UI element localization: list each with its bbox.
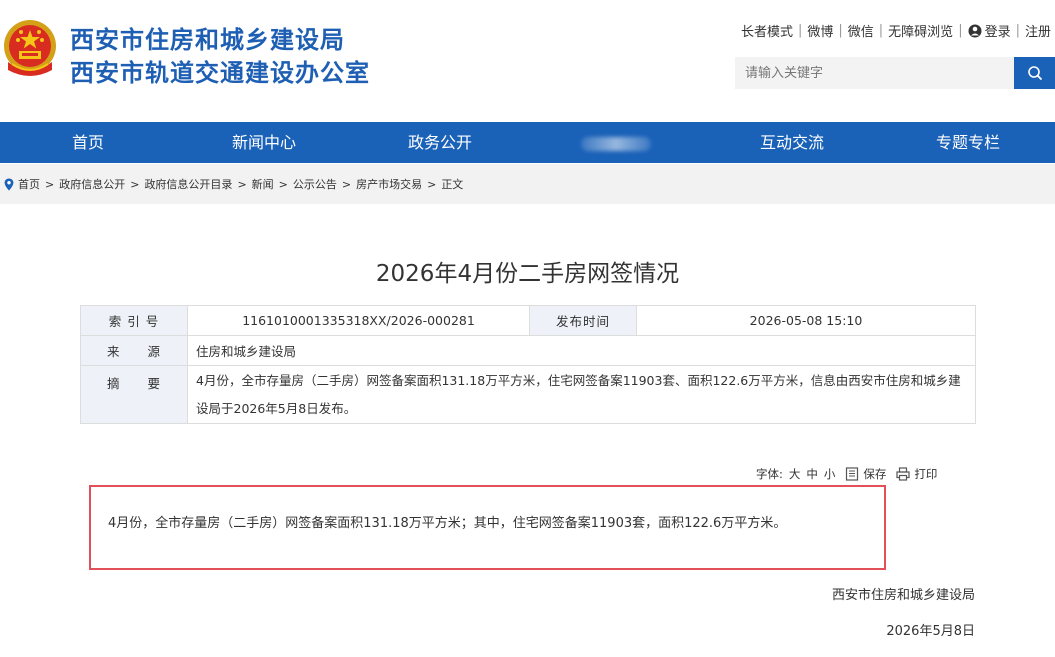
index-value: 1161010001335318XX/2026-000281 (187, 305, 530, 336)
nav-home[interactable]: 首页 (0, 122, 176, 163)
elder-mode-link[interactable]: 长者模式 (741, 21, 793, 40)
top-utility-links: 长者模式 | 微博 | 微信 | 无障碍浏览 | 登录 | 注册 (741, 21, 1051, 40)
save-button[interactable]: 保存 (863, 466, 886, 482)
org-name-housing-bureau[interactable]: 西安市住房和城乡建设局 (70, 20, 345, 55)
nav-special-topics[interactable]: 专题专栏 (880, 122, 1055, 163)
date-value: 2026-05-08 15:10 (636, 305, 976, 336)
article-body: 4月份，全市存量房（二手房）网签备案面积131.18万平方米；其中，住宅网签备案… (108, 516, 787, 531)
wechat-link[interactable]: 微信 (848, 21, 874, 40)
divider: | (958, 23, 963, 38)
national-emblem-icon (4, 20, 56, 76)
nav-item-obscured[interactable] (528, 122, 704, 163)
breadcrumb-separator: > (427, 177, 437, 191)
print-icon[interactable] (896, 467, 910, 481)
org-name-metro-office[interactable]: 西安市轨道交通建设办公室 (70, 53, 370, 88)
save-icon[interactable] (845, 467, 859, 481)
search-icon (1027, 66, 1042, 81)
breadcrumb-announcements[interactable]: 公示公告 (293, 176, 337, 192)
divider: | (878, 23, 884, 38)
article-toolbar: 字体: 大 中 小 保存 打印 (756, 466, 937, 482)
article-meta-table: 索 引 号 1161010001335318XX/2026-000281 发布时… (80, 305, 976, 424)
nav-interaction[interactable]: 互动交流 (704, 122, 880, 163)
nav-news-center[interactable]: 新闻中心 (176, 122, 352, 163)
breadcrumb-separator: > (341, 177, 352, 191)
breadcrumb-bar: 首页 > 政府信息公开 > 政府信息公开目录 > 新闻 > 公示公告 > 房产市场交易 > … (0, 164, 1055, 204)
location-pin-icon (4, 178, 14, 190)
register-link[interactable]: 注册 (1025, 21, 1051, 40)
font-small-button[interactable]: 小 (824, 466, 836, 482)
breadcrumb-separator: > (237, 177, 247, 191)
accessibility-link[interactable]: 无障碍浏览 (888, 21, 953, 40)
obscured-label (581, 136, 651, 151)
breadcrumb-home[interactable]: 首页 (18, 176, 40, 192)
breadcrumb-current: 正文 (441, 178, 464, 191)
date-label: 发布时间 (529, 305, 637, 336)
breadcrumb-separator: > (130, 177, 140, 191)
breadcrumb: 首页 > 政府信息公开 > 政府信息公开目录 > 新闻 > 公示公告 > 房产市场交易 > … (4, 164, 463, 204)
font-large-button[interactable]: 大 (789, 466, 801, 482)
search-input[interactable] (735, 57, 1014, 89)
meta-row: 摘 要 4月份，全市存量房（二手房）网签备案面积131.18万平方米，住宅网签备… (80, 365, 976, 424)
site-header: 西安市住房和城乡建设局 西安市轨道交通建设办公室 长者模式 | 微博 | 微信 … (0, 0, 1055, 122)
source-value: 住房和城乡建设局 (187, 335, 976, 366)
article-signature: 西安市住房和城乡建设局 (831, 588, 975, 603)
login-link[interactable]: 登录 (985, 21, 1011, 40)
divider: | (1015, 23, 1020, 38)
search-bar (735, 57, 1055, 89)
print-button[interactable]: 打印 (914, 466, 937, 482)
meta-row: 索 引 号 1161010001335318XX/2026-000281 发布时… (80, 305, 976, 336)
search-button[interactable] (1014, 57, 1055, 89)
breadcrumb-gov-info-catalog[interactable]: 政府信息公开目录 (144, 176, 232, 192)
summary-label: 摘 要 (80, 365, 188, 424)
article-sign-date: 2026年5月8日 (886, 624, 975, 639)
breadcrumb-separator: > (45, 177, 55, 191)
summary-value: 4月份，全市存量房（二手房）网签备案面积131.18万平方米，住宅网签备案119… (187, 365, 976, 424)
divider: | (797, 23, 803, 38)
nav-government-affairs[interactable]: 政务公开 (352, 122, 528, 163)
font-size-label: 字体: (756, 467, 783, 481)
main-nav: 首页 新闻中心 政务公开 互动交流 专题专栏 (0, 122, 1055, 163)
divider: | (838, 23, 843, 38)
breadcrumb-separator: > (278, 177, 288, 191)
user-icon (968, 24, 982, 37)
breadcrumb-housing-market[interactable]: 房产市场交易 (356, 176, 422, 192)
index-label: 索 引 号 (80, 305, 188, 336)
weibo-link[interactable]: 微博 (807, 21, 833, 40)
font-medium-button[interactable]: 中 (806, 466, 818, 482)
source-label: 来 源 (80, 335, 188, 366)
breadcrumb-gov-info[interactable]: 政府信息公开 (59, 176, 125, 192)
page-title: 2026年4月份二手房网签情况 (375, 261, 680, 287)
meta-row: 来 源 住房和城乡建设局 (80, 335, 976, 366)
breadcrumb-news[interactable]: 新闻 (252, 176, 274, 192)
